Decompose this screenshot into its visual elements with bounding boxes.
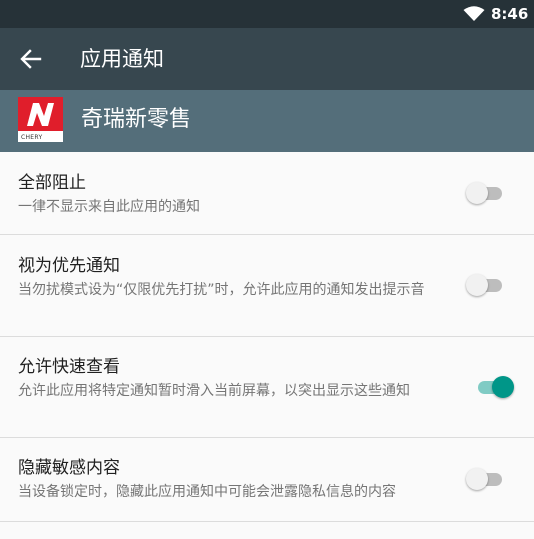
app-name: 奇瑞新零售 (81, 107, 192, 132)
app-header: CHERY 奇瑞新零售 (0, 90, 534, 152)
back-arrow-icon[interactable] (18, 47, 44, 71)
switch-thumb (466, 274, 488, 296)
setting-block-all[interactable]: 全部阻止 一律不显示来自此应用的通知 (0, 152, 534, 235)
setting-title: 隐藏敏感内容 (18, 458, 120, 478)
app-logo-text: CHERY (21, 134, 43, 141)
setting-title: 全部阻止 (18, 173, 86, 193)
switch-thumb (492, 376, 514, 398)
setting-title: 视为优先通知 (18, 256, 120, 276)
setting-priority[interactable]: 视为优先通知 当勿扰模式设为“仅限优先打扰”时，允许此应用的通知发出提示音 (0, 235, 534, 337)
setting-title: 允许快速查看 (18, 357, 120, 377)
page-title: 应用通知 (80, 47, 164, 71)
setting-peek[interactable]: 允许快速查看 允许此应用将特定通知暂时滑入当前屏幕，以突出显示这些通知 (0, 337, 534, 438)
status-bar: 8:46 (0, 0, 534, 28)
setting-summary: 当勿扰模式设为“仅限优先打扰”时，允许此应用的通知发出提示音 (18, 282, 425, 298)
wifi-icon (463, 6, 485, 21)
setting-hide-sensitive[interactable]: 隐藏敏感内容 当设备锁定时，隐藏此应用通知中可能会泄露隐私信息的内容 (0, 438, 534, 522)
block-all-switch[interactable] (466, 180, 506, 206)
status-time: 8:46 (491, 5, 529, 23)
app-logo-band: CHERY (18, 131, 63, 142)
chery-n-logo (27, 103, 54, 126)
setting-summary: 一律不显示来自此应用的通知 (18, 199, 200, 215)
hide-sensitive-switch[interactable] (466, 466, 506, 492)
priority-switch[interactable] (466, 272, 506, 298)
switch-thumb (466, 182, 488, 204)
setting-summary: 当设备锁定时，隐藏此应用通知中可能会泄露隐私信息的内容 (18, 484, 396, 500)
setting-summary: 允许此应用将特定通知暂时滑入当前屏幕，以突出显示这些通知 (18, 383, 410, 399)
toolbar: 应用通知 (0, 28, 534, 90)
switch-thumb (466, 468, 488, 490)
app-logo: CHERY (18, 97, 63, 142)
peek-switch[interactable] (474, 374, 514, 400)
